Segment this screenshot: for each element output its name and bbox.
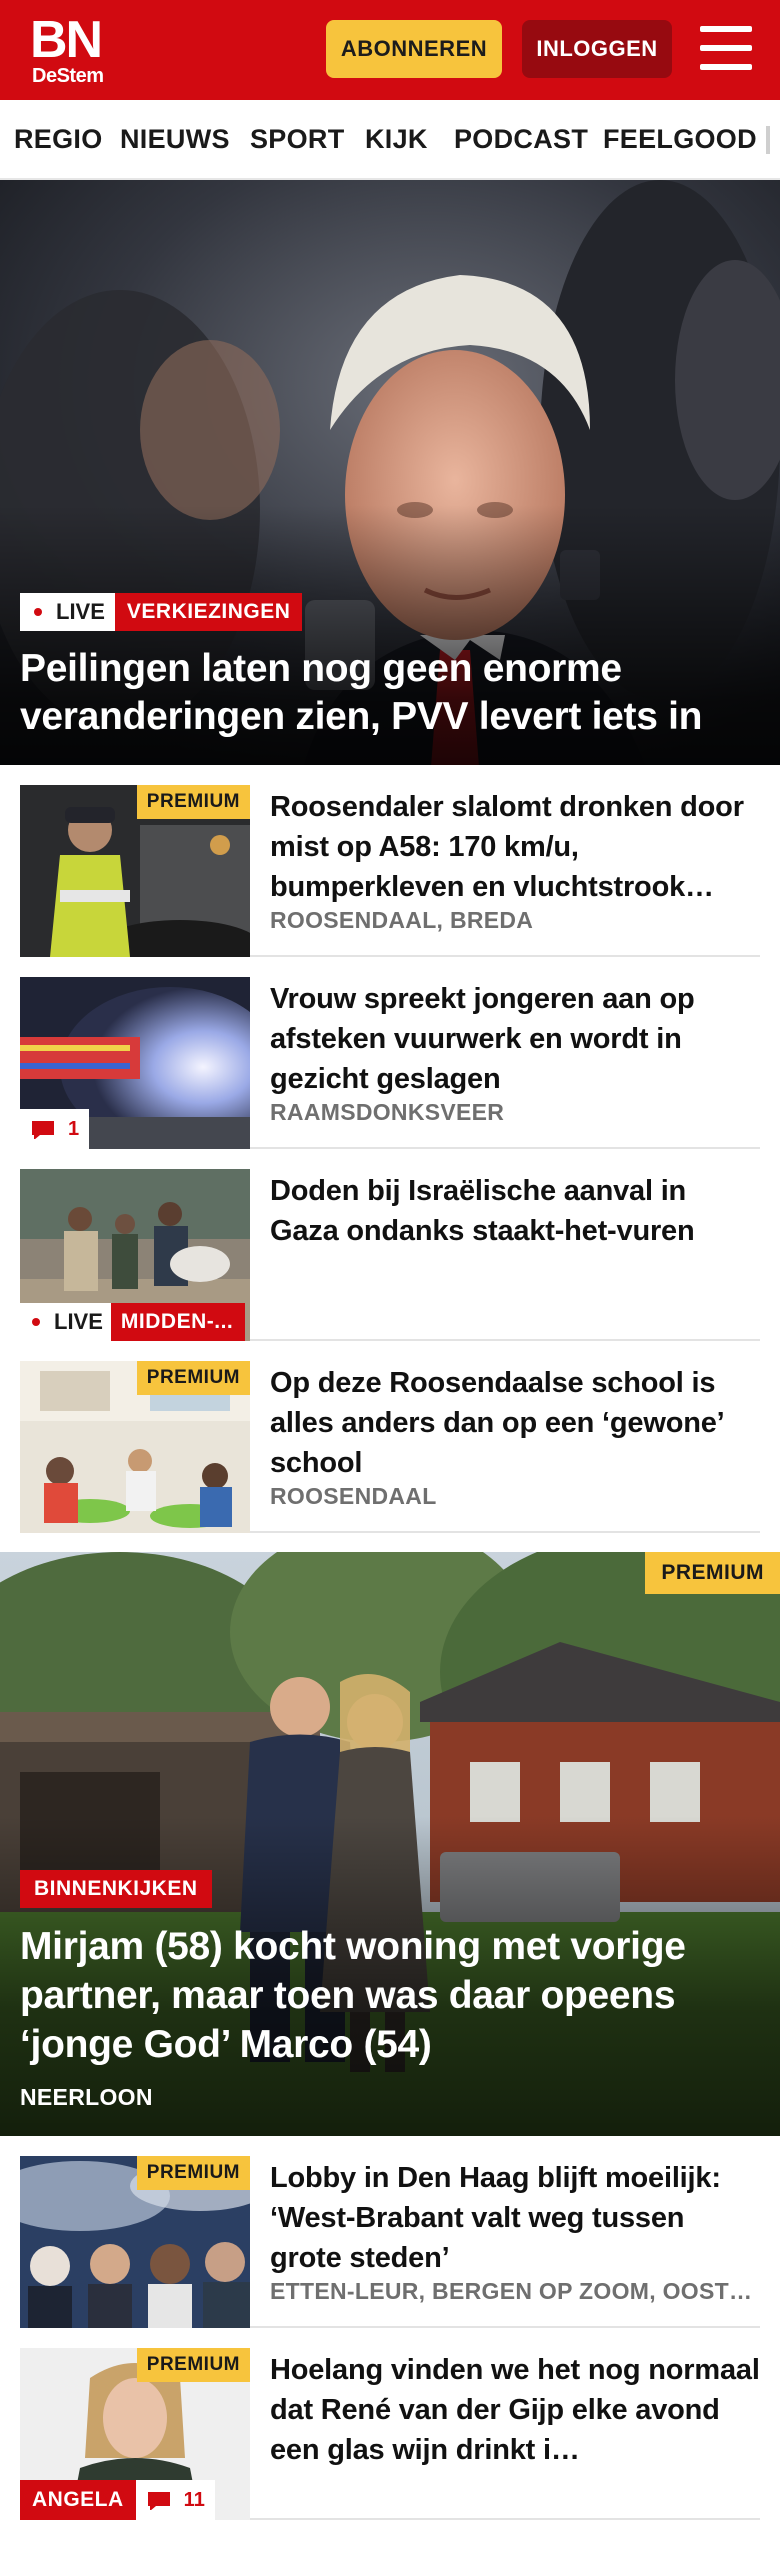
feature-article[interactable]: PREMIUM BINNENKIJKEN Mirjam (58) kocht w… <box>0 1552 780 2136</box>
nav-overflow-indicator <box>766 126 770 154</box>
article-tags: ANGELA 11 <box>20 2480 215 2520</box>
comment-icon <box>147 2492 170 2510</box>
article-item[interactable]: LIVE MIDDEN-... Doden bij Israëlische aa… <box>20 1149 760 1341</box>
premium-badge: PREMIUM <box>645 1552 780 1594</box>
logo-sub: DeStem <box>32 65 104 87</box>
live-label: LIVE <box>56 599 105 624</box>
hero-title[interactable]: Peilingen laten nog geen enorme verander… <box>20 645 770 741</box>
nav-item-podcast[interactable]: PODCAST <box>454 100 588 178</box>
article-location: RAAMSDONKSVEER <box>270 1099 505 1125</box>
premium-badge: PREMIUM <box>136 785 250 819</box>
article-item[interactable]: 1 Vrouw spreekt jongeren aan op afsteken… <box>20 957 760 1149</box>
article-location: ETTEN-LEUR, BERGEN OP ZOOM, OOSTERHOUT <box>270 2278 760 2304</box>
comment-count[interactable]: 11 <box>135 2480 215 2520</box>
comment-icon <box>32 1121 54 1139</box>
feature-location: NEERLOON <box>20 2084 153 2110</box>
premium-badge: PREMIUM <box>136 1361 250 1395</box>
live-dot-icon <box>32 1318 40 1326</box>
article-title[interactable]: Roosendaler slalomt dronken door mist op… <box>270 787 760 907</box>
live-tags: LIVE MIDDEN-... <box>20 1303 245 1341</box>
article-title[interactable]: Lobby in Den Haag blijft moeilijk: ‘West… <box>270 2158 760 2278</box>
live-label: LIVE <box>54 1309 103 1334</box>
top-bar: BN DeStem ABONNEREN INLOGGEN <box>0 0 780 100</box>
article-title[interactable]: Op deze Roosendaalse school is alles and… <box>270 1363 760 1483</box>
hero-article[interactable]: LIVE VERKIEZINGEN Peilingen laten nog ge… <box>0 180 780 765</box>
nav-item-feelgood[interactable]: FEELGOOD <box>603 100 757 178</box>
article-thumbnail: LIVE MIDDEN-... <box>20 1169 250 1341</box>
article-item[interactable]: PREMIUM ANGELA 11 Hoelang vinden we het … <box>20 2328 760 2520</box>
comment-count-value: 11 <box>183 2488 205 2511</box>
article-thumbnail: 1 <box>20 977 250 1149</box>
article-item[interactable]: PREMIUM Roosendaler slalomt dronken door… <box>20 765 760 957</box>
article-item[interactable]: PREMIUM Lobby in Den Haag blijft moeilij… <box>20 2136 760 2328</box>
feature-title[interactable]: Mirjam (58) kocht woning met vorige part… <box>20 1922 765 2069</box>
hero-tags: LIVE VERKIEZINGEN <box>20 593 303 631</box>
article-title[interactable]: Hoelang vinden we het nog normaal dat Re… <box>270 2350 760 2470</box>
section-nav: REGIO NIEUWS SPORT KIJK PODCAST FEELGOOD <box>0 100 780 180</box>
comment-count-value: 1 <box>68 1117 80 1140</box>
logo-main: BN <box>30 11 103 69</box>
article-location: ROOSENDAAL, BREDA <box>270 907 534 933</box>
article-thumbnail: PREMIUM <box>20 2156 250 2328</box>
feature-tags: BINNENKIJKEN <box>20 1870 212 1908</box>
category-badge: VERKIEZINGEN <box>114 593 303 631</box>
author-badge: ANGELA <box>20 2480 136 2520</box>
article-title[interactable]: Doden bij Israëlische aanval in Gaza ond… <box>270 1171 760 1251</box>
category-badge: BINNENKIJKEN <box>20 1870 212 1908</box>
article-item[interactable]: PREMIUM Op deze Roosendaalse school is a… <box>20 1341 760 1533</box>
live-badge: LIVE <box>20 593 115 631</box>
login-button[interactable]: INLOGGEN <box>522 20 672 78</box>
menu-icon[interactable] <box>700 26 752 70</box>
nav-item-kijk[interactable]: KIJK <box>365 100 428 178</box>
live-badge: LIVE <box>20 1303 111 1341</box>
article-thumbnail: PREMIUM ANGELA 11 <box>20 2348 250 2520</box>
article-location: ROOSENDAAL <box>270 1483 437 1509</box>
article-thumbnail: PREMIUM <box>20 1361 250 1533</box>
article-thumbnail: PREMIUM <box>20 785 250 957</box>
live-dot-icon <box>34 608 42 616</box>
bn-destem-logo[interactable]: BN DeStem <box>30 14 110 86</box>
subscribe-button[interactable]: ABONNEREN <box>326 20 502 78</box>
article-title[interactable]: Vrouw spreekt jongeren aan op afsteken v… <box>270 979 760 1099</box>
nav-item-nieuws[interactable]: NIEUWS <box>120 100 230 178</box>
category-badge: MIDDEN-... <box>110 1303 245 1341</box>
premium-badge: PREMIUM <box>136 2156 250 2190</box>
nav-item-sport[interactable]: SPORT <box>250 100 345 178</box>
comment-count[interactable]: 1 <box>20 1109 90 1149</box>
premium-badge: PREMIUM <box>136 2348 250 2382</box>
nav-item-regio[interactable]: REGIO <box>14 100 103 178</box>
